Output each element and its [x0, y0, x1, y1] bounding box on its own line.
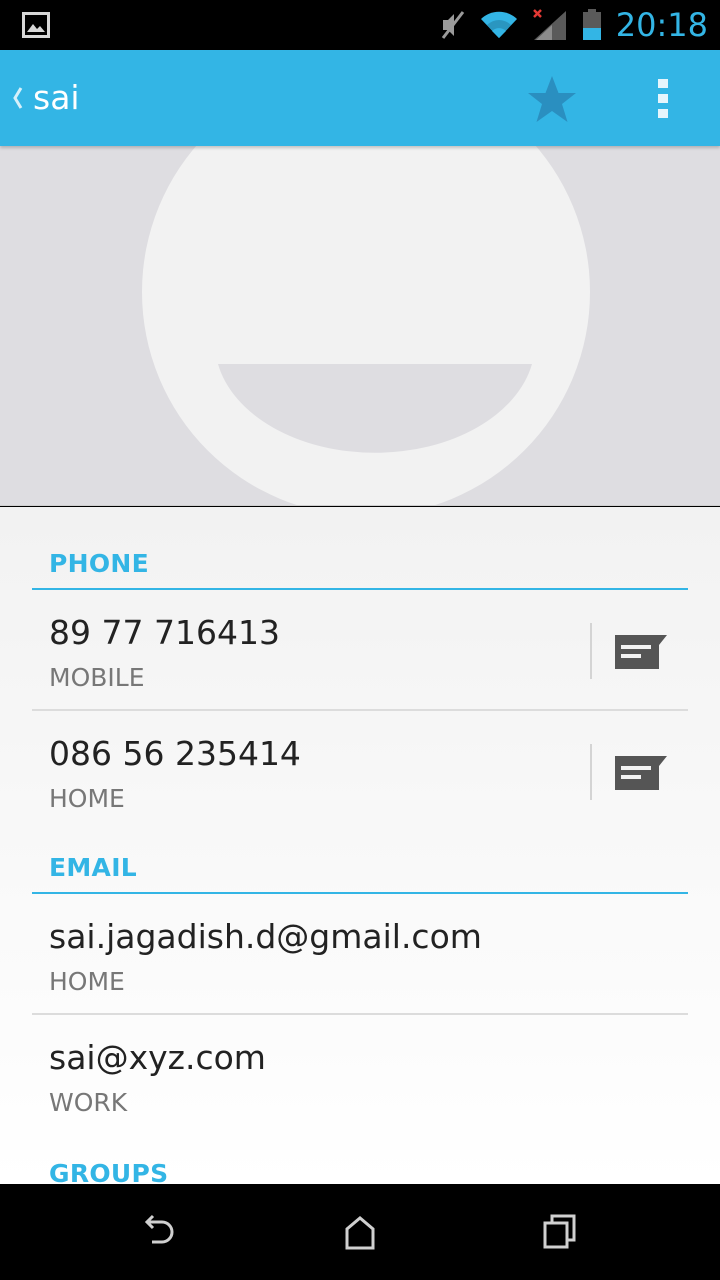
email-type-label: WORK [49, 1088, 128, 1117]
mute-icon [441, 11, 464, 39]
phone-section-title: PHONE [49, 549, 149, 578]
signal-icon [532, 9, 566, 40]
email-type-label: HOME [49, 967, 125, 996]
divider [590, 623, 592, 679]
gallery-icon [22, 12, 50, 38]
contact-details: PHONE 89 77 716413 MOBILE 086 56 235414 … [0, 507, 720, 1184]
home-icon[interactable] [340, 1212, 380, 1252]
battery-icon [582, 9, 601, 40]
phone-number: 086 56 235414 [49, 734, 301, 773]
default-contact-avatar-icon [142, 146, 590, 505]
email-address: sai.jagadish.d@gmail.com [49, 917, 482, 956]
contact-photo[interactable] [0, 146, 720, 506]
groups-section-title: GROUPS [49, 1159, 169, 1184]
email-entry-work[interactable]: sai@xyz.com WORK [32, 1016, 688, 1136]
phone-entry-mobile[interactable]: 89 77 716413 MOBILE [32, 591, 688, 711]
wifi-icon [480, 11, 517, 38]
groups-section-header: GROUPS [32, 1142, 688, 1184]
overflow-menu-icon[interactable] [650, 77, 678, 121]
status-bar: 20:18 [0, 0, 720, 50]
phone-type-label: MOBILE [49, 663, 145, 692]
email-address: sai@xyz.com [49, 1038, 266, 1077]
divider [590, 744, 592, 800]
email-entry-home[interactable]: sai.jagadish.d@gmail.com HOME [32, 895, 688, 1015]
phone-section-header: PHONE [32, 534, 688, 590]
contact-name-title[interactable]: sai [33, 76, 80, 120]
up-arrow-icon[interactable] [8, 78, 28, 118]
email-section-title: EMAIL [49, 853, 138, 882]
phone-entry-home[interactable]: 086 56 235414 HOME [32, 712, 688, 832]
navigation-bar [0, 1184, 720, 1280]
clock: 20:18 [615, 6, 708, 44]
phone-type-label: HOME [49, 784, 125, 813]
recents-icon[interactable] [540, 1212, 580, 1252]
text-message-icon[interactable] [615, 756, 667, 790]
back-icon[interactable] [140, 1212, 180, 1252]
text-message-icon[interactable] [615, 635, 667, 669]
email-section-header: EMAIL [32, 838, 688, 894]
phone-number: 89 77 716413 [49, 613, 280, 652]
action-bar: sai [0, 50, 720, 146]
star-icon[interactable] [524, 74, 580, 126]
